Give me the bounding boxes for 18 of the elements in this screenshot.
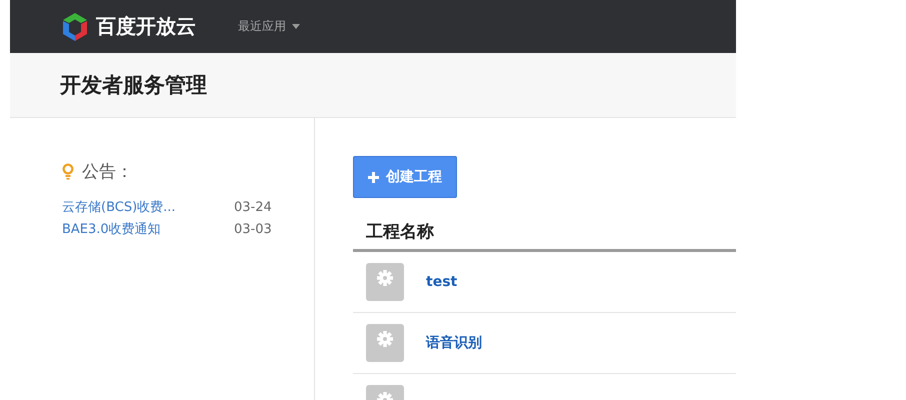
lightbulb-icon — [62, 162, 74, 180]
project-link[interactable]: test — [426, 274, 458, 290]
caret-icon — [292, 24, 300, 29]
notice-link[interactable]: BAE3.0收费通知 — [62, 219, 234, 241]
notice-date: 03-03 — [234, 221, 272, 239]
logo-icon — [62, 12, 88, 42]
page-title: 开发者服务管理 — [60, 72, 207, 99]
project-link[interactable]: 语音识别 — [426, 334, 482, 352]
gear-icon — [366, 263, 404, 301]
column-header: 工程名称 — [353, 198, 736, 252]
notice-date: 03-24 — [234, 199, 272, 217]
gear-icon — [366, 324, 404, 362]
notice-link[interactable]: 云存储(BCS)收费... — [62, 197, 234, 219]
brand-name: 百度开放云 — [96, 13, 196, 40]
plus-icon — [368, 172, 379, 182]
recent-apps-menu[interactable]: 最近应用 — [238, 18, 300, 35]
create-project-button[interactable]: 创建工程 — [353, 156, 457, 198]
notice-heading: 公告： — [82, 161, 133, 183]
